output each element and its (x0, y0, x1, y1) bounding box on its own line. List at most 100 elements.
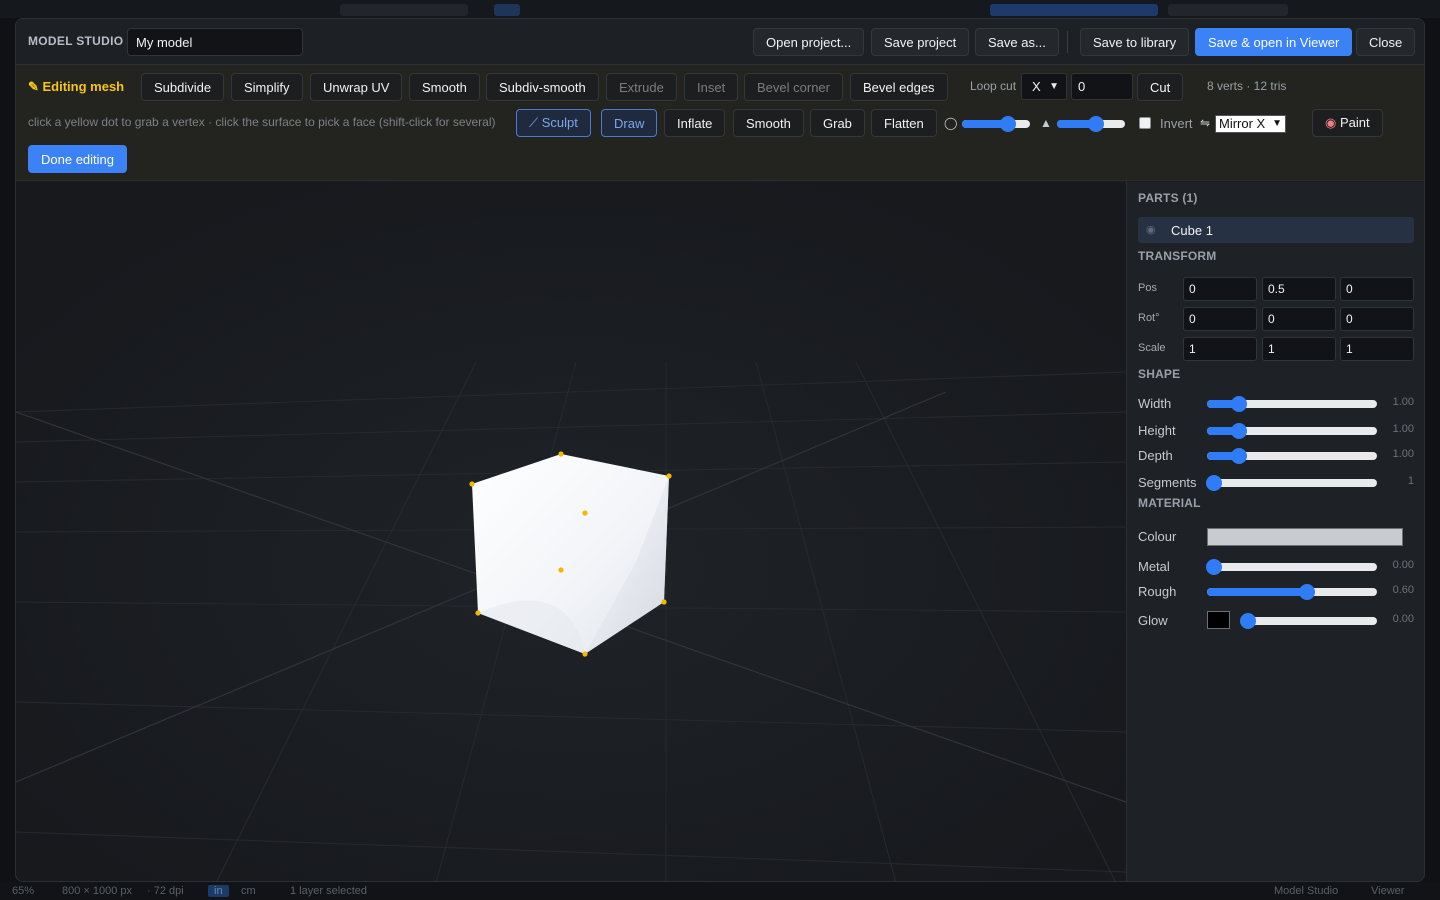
glow-colour-swatch[interactable] (1207, 611, 1230, 629)
colour-label: Colour (1138, 529, 1177, 544)
rot-label: Rot° (1138, 312, 1160, 324)
depth-label: Depth (1138, 448, 1173, 463)
background-app-toolbar (0, 0, 1440, 18)
modal-header: MODEL STUDIO Open project... Save projec… (16, 19, 1424, 65)
cut-button[interactable]: Cut (1137, 73, 1184, 101)
grab-tool-button[interactable]: Grab (810, 109, 865, 137)
tab-model-studio: Model Studio (1274, 885, 1339, 897)
brush-strength-icon: ▲ (1040, 116, 1052, 130)
height-thumb[interactable] (1231, 423, 1248, 439)
width-label: Width (1138, 396, 1172, 411)
scale-y-input[interactable] (1262, 337, 1336, 361)
brush-radius-icon: ◯ (944, 116, 958, 130)
paint-label: Paint (1339, 115, 1370, 130)
paint-button[interactable]: ◉ Paint (1312, 109, 1383, 137)
parts-title: PARTS (1) (1138, 191, 1198, 205)
scale-x-input[interactable] (1183, 337, 1257, 361)
subdiv-smooth-button[interactable]: Subdiv-smooth (486, 73, 599, 101)
loop-cut-value-input[interactable] (1071, 73, 1133, 100)
open-project-button[interactable]: Open project... (753, 28, 865, 56)
loop-cut-label: Loop cut (970, 79, 1017, 93)
rot-x-input[interactable] (1183, 307, 1257, 331)
canvas-dpi: · 72 dpi (147, 885, 184, 897)
flatten-tool-button[interactable]: Flatten (871, 109, 937, 137)
done-editing-button[interactable]: Done editing (28, 145, 127, 173)
rot-z-input[interactable] (1340, 307, 1414, 331)
save-to-library-button[interactable]: Save to library (1080, 28, 1190, 56)
scale-label: Scale (1138, 342, 1166, 354)
smooth-mesh-button[interactable]: Smooth (409, 73, 480, 101)
colour-swatch[interactable] (1207, 528, 1403, 546)
segments-thumb[interactable] (1205, 475, 1222, 491)
sculpt-tool-button[interactable]: ⟋ Sculpt (516, 109, 591, 137)
rough-value: 0.60 (1392, 584, 1414, 596)
extrude-button[interactable]: Extrude (606, 73, 677, 101)
unwrap-uv-button[interactable]: Unwrap UV (310, 73, 403, 101)
editing-mesh-label: ✎ Editing mesh (28, 79, 125, 94)
width-thumb[interactable] (1231, 396, 1248, 412)
zoom-level: 65% (12, 885, 35, 897)
3d-viewport[interactable] (16, 182, 1126, 881)
brush-radius-thumb[interactable] (1000, 116, 1017, 132)
rot-y-input[interactable] (1262, 307, 1336, 331)
subdivide-button[interactable]: Subdivide (141, 73, 225, 101)
invert-label: Invert (1160, 116, 1193, 131)
height-label: Height (1138, 423, 1176, 438)
brush-strength-slider[interactable] (1057, 116, 1125, 132)
metal-value: 0.00 (1392, 559, 1414, 571)
palette-icon: ◉ (1325, 115, 1340, 130)
chevron-down-icon: ▼ (1049, 81, 1059, 92)
chevron-down-icon: ▼ (1272, 118, 1282, 129)
segments-label: Segments (1138, 475, 1197, 490)
brush-strength-thumb[interactable] (1088, 116, 1105, 132)
depth-slider[interactable] (1207, 448, 1377, 464)
unit-in: in (208, 885, 229, 897)
brush-radius-slider[interactable] (962, 116, 1030, 132)
height-slider[interactable] (1207, 423, 1377, 439)
part-name: Cube 1 (1171, 223, 1213, 238)
tab-viewer: Viewer (1371, 885, 1405, 897)
width-value: 1.00 (1392, 396, 1414, 408)
transform-title: TRANSFORM (1138, 249, 1217, 263)
smooth-tool-button[interactable]: Smooth (733, 109, 804, 137)
close-button[interactable]: Close (1356, 28, 1416, 56)
inset-button[interactable]: Inset (684, 73, 739, 101)
eye-icon[interactable]: ◉ (1146, 223, 1156, 236)
depth-thumb[interactable] (1231, 448, 1248, 464)
bevel-edges-button[interactable]: Bevel edges (850, 73, 948, 101)
height-value: 1.00 (1392, 423, 1414, 435)
save-as-button[interactable]: Save as... (975, 28, 1059, 56)
rough-thumb[interactable] (1299, 584, 1316, 600)
segments-slider[interactable] (1205, 475, 1377, 491)
metal-slider[interactable] (1205, 559, 1377, 575)
invert-checkbox[interactable] (1139, 117, 1151, 129)
rough-slider[interactable] (1207, 584, 1377, 600)
shape-title: SHAPE (1138, 367, 1181, 381)
mesh-edit-toolbar: ✎ Editing mesh Subdivide Simplify Unwrap… (16, 65, 1424, 181)
inflate-tool-button[interactable]: Inflate (664, 109, 726, 137)
scale-z-input[interactable] (1340, 337, 1414, 361)
save-open-viewer-button[interactable]: Save & open in Viewer (1195, 28, 1353, 56)
pos-z-input[interactable] (1340, 277, 1414, 301)
selection-status: 1 layer selected (290, 885, 368, 897)
width-slider[interactable] (1207, 396, 1377, 412)
properties-panel: PARTS (1) ◉ Cube 1 TRANSFORM Pos Rot° Sc… (1126, 182, 1424, 881)
model-name-input[interactable] (127, 28, 303, 56)
glow-value: 0.00 (1392, 613, 1414, 625)
glow-thumb[interactable] (1240, 613, 1257, 629)
material-title: MATERIAL (1138, 496, 1201, 510)
save-project-button[interactable]: Save project (871, 28, 970, 56)
glow-slider[interactable] (1240, 613, 1377, 629)
mirror-select[interactable]: Mirror X ▼ (1215, 115, 1286, 133)
simplify-button[interactable]: Simplify (231, 73, 303, 101)
draw-tool-button[interactable]: Draw (601, 109, 658, 137)
metal-thumb[interactable] (1205, 559, 1222, 575)
part-item-cube-1[interactable]: ◉ Cube 1 (1138, 217, 1414, 243)
loop-cut-axis-select[interactable]: X ▼ (1021, 73, 1067, 100)
pos-label: Pos (1138, 282, 1157, 294)
pos-y-input[interactable] (1262, 277, 1336, 301)
bevel-corner-button[interactable]: Bevel corner (744, 73, 843, 101)
mirror-value: Mirror X (1219, 116, 1266, 131)
segments-value: 1 (1407, 475, 1414, 487)
pos-x-input[interactable] (1183, 277, 1257, 301)
